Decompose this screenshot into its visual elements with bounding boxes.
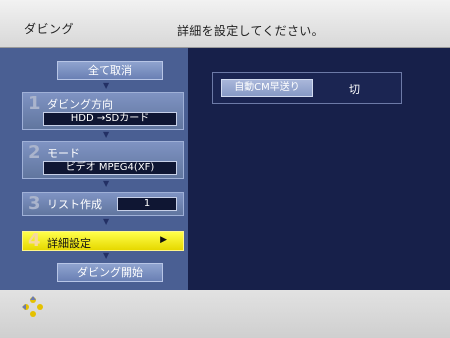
auto-cm-skip-button[interactable]: 自動CM早送り	[221, 79, 313, 97]
down-arrow-icon: ▼	[103, 217, 110, 226]
header-bar: ダビング 詳細を設定してください。	[0, 0, 450, 48]
step-value: ビデオ MPEG4(XF)	[43, 161, 177, 175]
down-arrow-icon: ▼	[103, 130, 110, 139]
step-value: HDD →SDカード	[43, 112, 177, 126]
right-arrow-icon: ▶	[160, 235, 167, 245]
step-details-setting[interactable]: 4 詳細設定 ▶	[22, 231, 184, 251]
dpad-icon	[22, 296, 43, 317]
auto-cm-skip-setting: 自動CM早送り 切	[212, 72, 402, 104]
down-arrow-icon: ▼	[103, 179, 110, 188]
dubbing-screen: ダビング 詳細を設定してください。 全て取消 ▼ 1 ダビング方向 HDD →S…	[0, 0, 450, 338]
footer-bar	[0, 290, 450, 338]
page-title: ダビング	[24, 22, 75, 36]
step-dubbing-direction[interactable]: 1 ダビング方向 HDD →SDカード	[22, 92, 184, 130]
step-mode[interactable]: 2 モード ビデオ MPEG4(XF)	[22, 141, 184, 179]
step-number: 2	[28, 142, 41, 163]
step-number: 3	[28, 193, 41, 214]
step-label: リスト作成	[47, 198, 102, 211]
step-label: モード	[47, 147, 80, 160]
start-dubbing-button[interactable]: ダビング開始	[57, 263, 163, 282]
clear-all-button[interactable]: 全て取消	[57, 61, 163, 80]
step-label: 詳細設定	[47, 237, 91, 250]
auto-cm-skip-value: 切	[349, 83, 360, 96]
step-number: 4	[28, 230, 41, 251]
down-arrow-icon: ▼	[103, 251, 110, 260]
instruction-text: 詳細を設定してください。	[177, 24, 324, 38]
step-number: 1	[28, 93, 41, 114]
step-label: ダビング方向	[47, 98, 113, 111]
step-list-create[interactable]: 3 リスト作成 1	[22, 192, 184, 216]
step-value: 1	[117, 197, 177, 211]
down-arrow-icon: ▼	[103, 81, 110, 90]
